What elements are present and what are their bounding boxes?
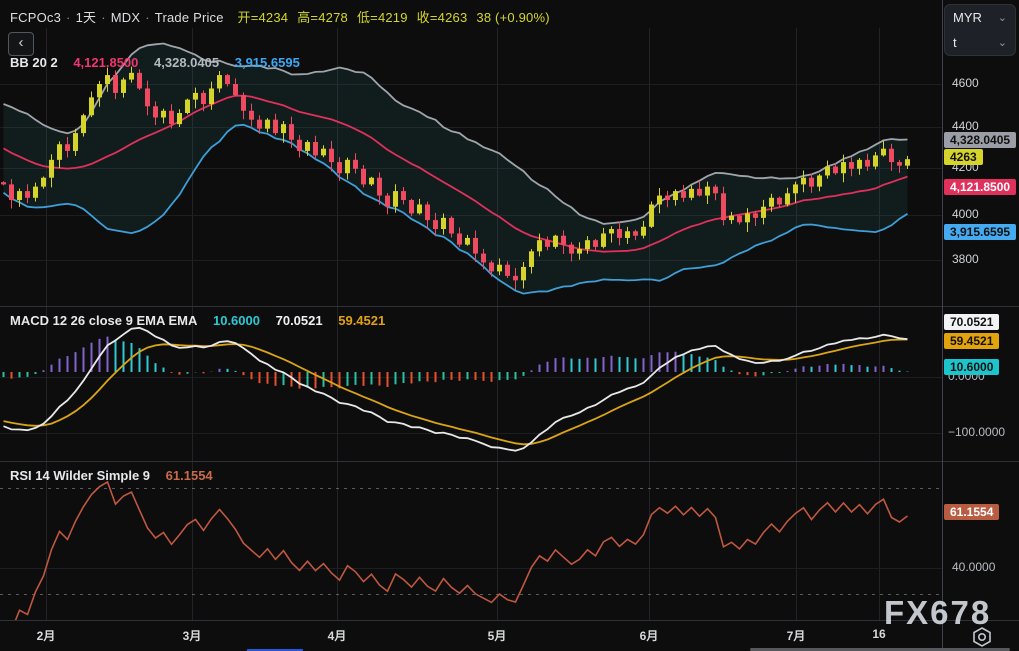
separator-dot: ·	[66, 10, 71, 25]
macd-badge: 70.0521	[944, 314, 999, 330]
rsi-axis-tick: 40.0000	[952, 560, 995, 574]
rsi-value: 61.1554	[166, 468, 213, 483]
bb-title: BB 20 2	[10, 55, 58, 70]
time-axis-label[interactable]: 6月	[640, 627, 659, 644]
rsi-title: RSI 14 Wilder Simple 9	[10, 468, 150, 483]
macd-axis-tick: −100.0000	[948, 425, 1005, 439]
symbol-header[interactable]: FCPOc3 · 1天 · MDX · Trade Price 开=4234 高=4278 低=…	[10, 7, 559, 26]
separator-dot: ·	[145, 10, 150, 25]
bb-upper-value: 4,328.0405	[154, 55, 219, 70]
high-value: 高=4278	[297, 10, 348, 25]
chart-window: FCPOc3 · 1天 · MDX · Trade Price 开=4234 高=4278 低=…	[0, 0, 1019, 651]
time-axis-label[interactable]: 2月	[37, 627, 56, 644]
price-badge: 4,121.8500	[944, 179, 1016, 195]
axis-unit-panel: MYR ⌄ t ⌄	[944, 4, 1016, 56]
price-axis-tick: 4400	[952, 119, 979, 133]
bb-lower-value: 3,915.6595	[235, 55, 300, 70]
price-badge: 4,328.0405	[944, 132, 1016, 148]
chevron-down-icon: ⌄	[998, 11, 1007, 24]
macd-signal-value: 59.4521	[338, 313, 385, 328]
chevron-down-icon: ⌄	[998, 36, 1007, 49]
macd-hist-value: 10.6000	[213, 313, 260, 328]
low-value: 低=4219	[357, 10, 408, 25]
unit-value: t	[953, 35, 957, 50]
back-button[interactable]: ‹	[8, 32, 34, 56]
price-badge: 4263	[944, 149, 983, 165]
price-axis-tick: 4000	[952, 207, 979, 221]
macd-badge: 10.6000	[944, 359, 999, 375]
macd-legend[interactable]: MACD 12 26 close 9 EMA EMA 10.6000 70.05…	[10, 313, 385, 328]
ohlc-values: 开=4234 高=4278 低=4219 收=4263 38 (+0.90%)	[238, 10, 559, 25]
rsi-badge: 61.1554	[944, 504, 999, 520]
currency-value: MYR	[953, 10, 982, 25]
unit-dropdown[interactable]: t ⌄	[945, 30, 1015, 55]
macd-line-value: 70.0521	[276, 313, 323, 328]
exchange-label: MDX	[111, 10, 141, 25]
series-type-label: Trade Price	[155, 10, 224, 25]
symbol-name[interactable]: FCPOc3	[10, 10, 61, 25]
price-axis-tick: 3800	[952, 252, 979, 266]
bb-middle-value: 4,121.8500	[73, 55, 138, 70]
price-badge: 3,915.6595	[944, 224, 1016, 240]
time-axis-label[interactable]: 4月	[328, 627, 347, 644]
open-value: 开=4234	[238, 10, 289, 25]
separator-dot: ·	[101, 10, 106, 25]
bb-legend[interactable]: BB 20 2 4,121.8500 4,328.0405 3,915.6595	[10, 55, 300, 70]
time-axis-label[interactable]: 3月	[183, 627, 202, 644]
chevron-left-icon: ‹	[19, 34, 24, 51]
price-axis-tick: 4600	[952, 76, 979, 90]
close-value: 收=4263	[417, 10, 468, 25]
rsi-legend[interactable]: RSI 14 Wilder Simple 9 61.1554	[10, 468, 213, 483]
currency-dropdown[interactable]: MYR ⌄	[945, 5, 1015, 30]
macd-title: MACD 12 26 close 9 EMA EMA	[10, 313, 197, 328]
settings-icon[interactable]	[968, 625, 996, 649]
time-axis-label[interactable]: 5月	[488, 627, 507, 644]
change-value: 38 (+0.90%)	[476, 10, 549, 25]
interval-label[interactable]: 1天	[76, 10, 97, 25]
time-axis-label[interactable]: 7月	[787, 627, 806, 644]
macd-badge: 59.4521	[944, 333, 999, 349]
